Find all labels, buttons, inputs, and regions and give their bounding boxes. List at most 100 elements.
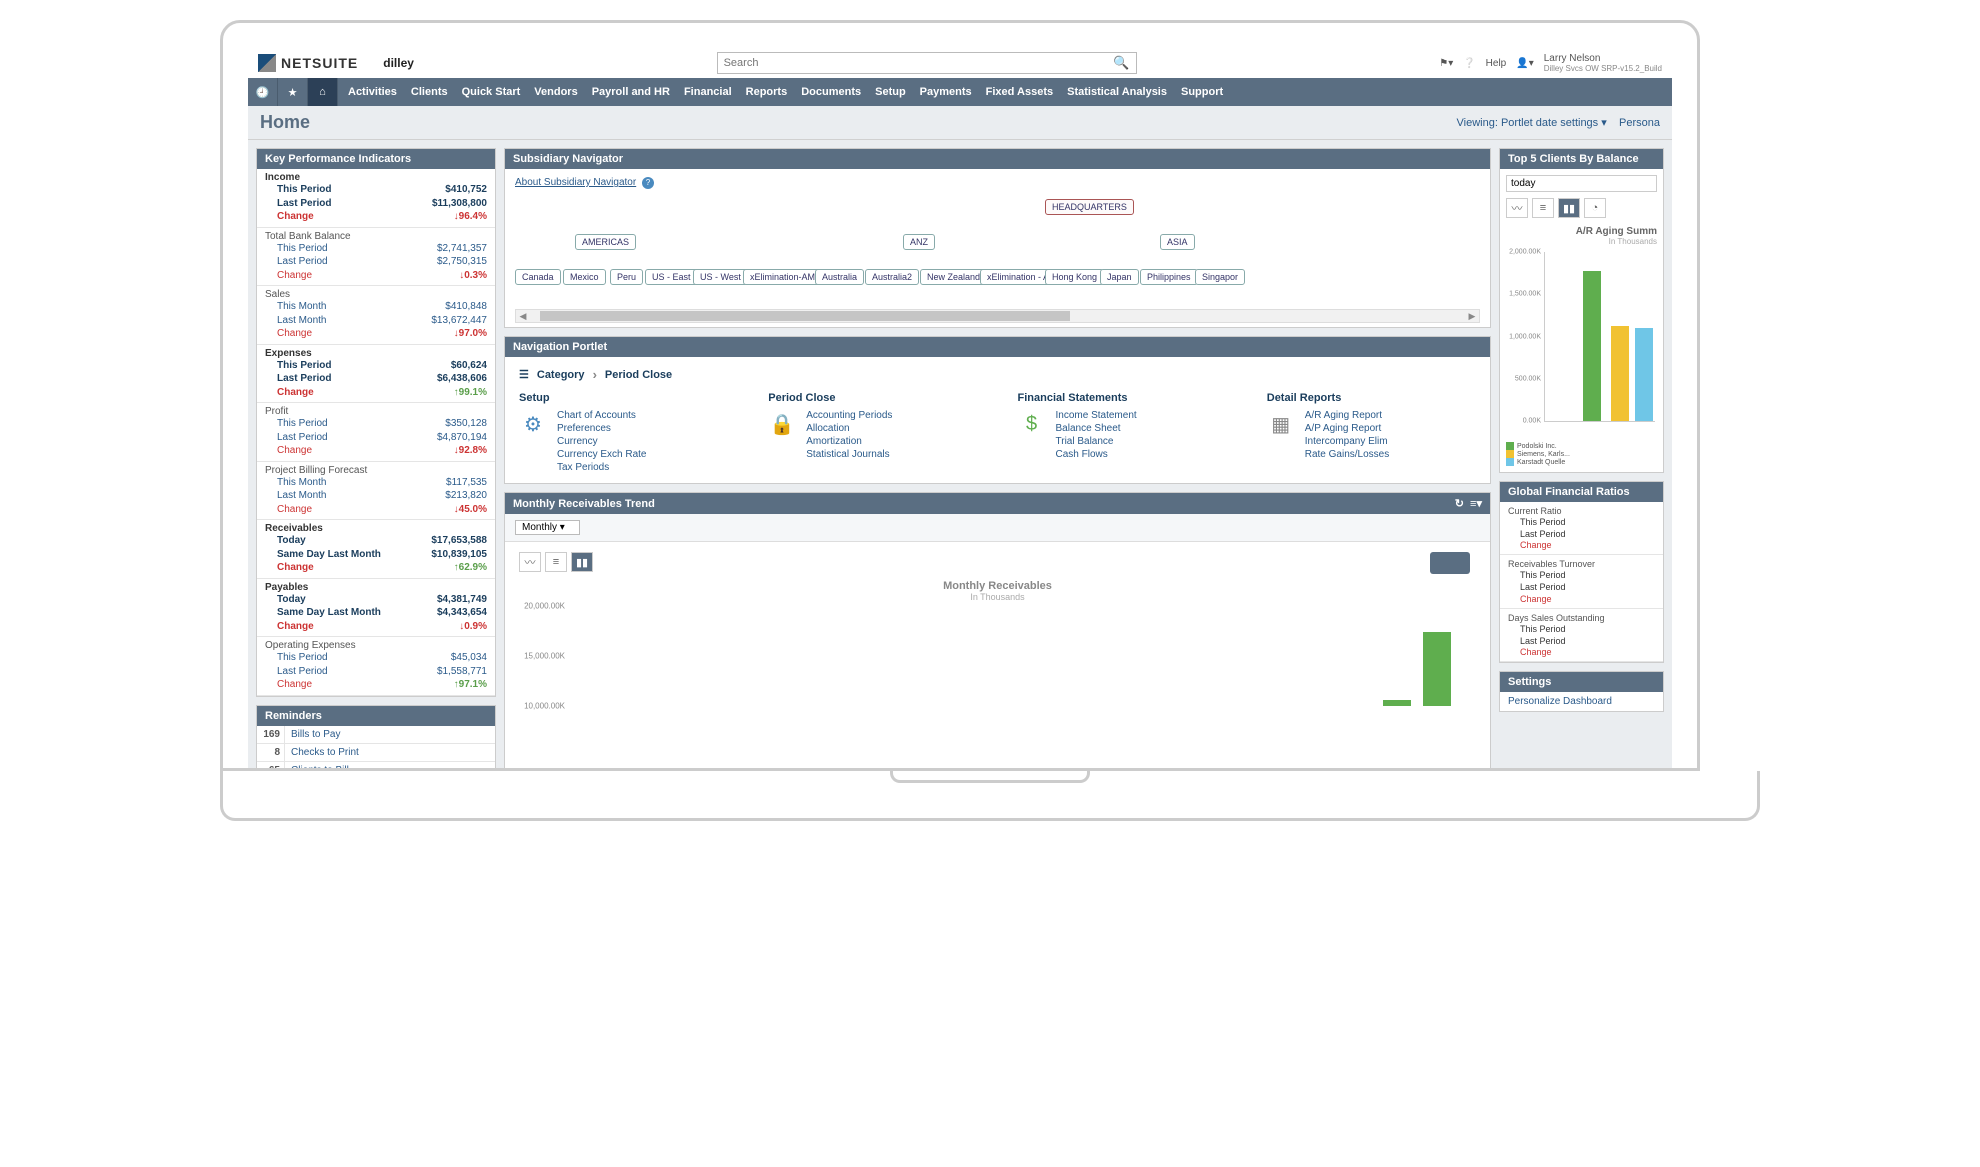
- kpi-row: Change↓96.4%: [265, 210, 487, 224]
- mrt-bar[interactable]: [1423, 632, 1451, 706]
- scroll-thumb[interactable]: [540, 311, 1070, 321]
- nav-item[interactable]: Payments: [920, 86, 972, 98]
- breadcrumb-period-close[interactable]: Period Close: [605, 369, 672, 381]
- org-node[interactable]: Australia2: [865, 269, 919, 285]
- help-icon[interactable]: ?: [642, 177, 654, 189]
- reminder-row[interactable]: 65Clients to Bill: [257, 762, 495, 769]
- chart-type-bar[interactable]: ▮▮: [571, 552, 593, 572]
- scroll-right-icon[interactable]: ▶: [1465, 311, 1479, 322]
- search-input[interactable]: [724, 57, 1114, 69]
- menu-icon[interactable]: ≡▾: [1470, 498, 1482, 510]
- top5-bar[interactable]: [1611, 326, 1629, 421]
- viewing-selector[interactable]: Viewing: Portlet date settings: [1457, 117, 1599, 129]
- org-node[interactable]: Japan: [1100, 269, 1139, 285]
- nav-link[interactable]: Amortization: [806, 436, 892, 447]
- horizontal-scrollbar[interactable]: ◀ ▶: [515, 309, 1480, 323]
- org-node[interactable]: Singapor: [1195, 269, 1245, 285]
- nav-item[interactable]: Clients: [411, 86, 448, 98]
- chart-type-line[interactable]: ≡: [545, 552, 567, 572]
- chart-type-area[interactable]: 〰: [1506, 198, 1528, 218]
- nav-item[interactable]: Vendors: [534, 86, 577, 98]
- reminder-row[interactable]: 8Checks to Print: [257, 744, 495, 762]
- nav-link[interactable]: Preferences: [557, 423, 646, 434]
- top5-bar[interactable]: [1583, 271, 1601, 421]
- notifications-icon[interactable]: ⚑▾: [1439, 58, 1453, 69]
- org-node[interactable]: Peru: [610, 269, 643, 285]
- org-node[interactable]: AMERICAS: [575, 234, 636, 250]
- nav-item[interactable]: Financial: [684, 86, 732, 98]
- chevron-down-icon[interactable]: ▾: [1601, 117, 1607, 129]
- nav-col-title: Period Close: [768, 392, 977, 404]
- nav-link[interactable]: Accounting Periods: [806, 410, 892, 421]
- navigation-portlet: Navigation Portlet ☰ Category › Period C…: [504, 336, 1491, 484]
- reminder-row[interactable]: 169Bills to Pay: [257, 726, 495, 744]
- nav-link[interactable]: Cash Flows: [1056, 449, 1137, 460]
- nav-item[interactable]: Setup: [875, 86, 906, 98]
- nav-link[interactable]: Income Statement: [1056, 410, 1137, 421]
- personalize-link[interactable]: Persona: [1619, 117, 1660, 129]
- nav-item[interactable]: Reports: [746, 86, 788, 98]
- global-search[interactable]: 🔍: [717, 52, 1137, 74]
- nav-link[interactable]: Statistical Journals: [806, 449, 892, 460]
- nav-item[interactable]: Payroll and HR: [592, 86, 670, 98]
- nav-item[interactable]: Documents: [801, 86, 861, 98]
- org-node[interactable]: US - West: [693, 269, 748, 285]
- search-icon[interactable]: 🔍: [1113, 55, 1129, 71]
- org-node[interactable]: Hong Kong: [1045, 269, 1104, 285]
- kpi-title: Profit: [265, 406, 487, 417]
- org-node[interactable]: HEADQUARTERS: [1045, 199, 1134, 215]
- breadcrumb-category[interactable]: Category: [537, 369, 585, 381]
- org-node[interactable]: New Zealand: [920, 269, 987, 285]
- nav-link[interactable]: Intercompany Elim: [1305, 436, 1390, 447]
- scroll-left-icon[interactable]: ◀: [516, 311, 530, 322]
- org-node[interactable]: ASIA: [1160, 234, 1195, 250]
- kpi-row: This Period$60,624: [265, 359, 487, 373]
- org-node[interactable]: US - East: [645, 269, 698, 285]
- org-node[interactable]: Australia: [815, 269, 864, 285]
- top5-date-input[interactable]: [1506, 175, 1657, 192]
- kpi-row: Change↓97.0%: [265, 327, 487, 341]
- period-selector[interactable]: Monthly ▾: [515, 520, 580, 535]
- chart-type-area[interactable]: 〰: [519, 552, 541, 572]
- nav-link[interactable]: A/P Aging Report: [1305, 423, 1390, 434]
- ratio-row: This Period: [1508, 516, 1655, 528]
- hamburger-icon[interactable]: ☰: [519, 368, 529, 381]
- nav-item[interactable]: Support: [1181, 86, 1223, 98]
- nav-link[interactable]: Trial Balance: [1056, 436, 1137, 447]
- nav-link[interactable]: Allocation: [806, 423, 892, 434]
- subnav-header: Subsidiary Navigator: [505, 149, 1490, 169]
- top5-bar[interactable]: [1635, 328, 1653, 421]
- nav-home-icon[interactable]: ⌂: [308, 78, 338, 106]
- personalize-dashboard-link[interactable]: Personalize Dashboard: [1508, 696, 1612, 707]
- refresh-icon[interactable]: ↻: [1455, 498, 1464, 510]
- nav-item[interactable]: Activities: [348, 86, 397, 98]
- kpi-group: ProfitThis Period$350,128Last Period$4,8…: [257, 403, 495, 462]
- user-avatar-icon[interactable]: 👤▾: [1516, 58, 1533, 69]
- chart-type-bar[interactable]: ▮▮: [1558, 198, 1580, 218]
- org-node[interactable]: ANZ: [903, 234, 935, 250]
- nav-link[interactable]: Currency Exch Rate: [557, 449, 646, 460]
- help-link[interactable]: Help: [1486, 58, 1507, 69]
- nav-item[interactable]: Statistical Analysis: [1067, 86, 1167, 98]
- nav-link[interactable]: Balance Sheet: [1056, 423, 1137, 434]
- nav-link[interactable]: A/R Aging Report: [1305, 410, 1390, 421]
- nav-recent-icon[interactable]: 🕘: [248, 78, 278, 106]
- nav-link[interactable]: Tax Periods: [557, 462, 646, 473]
- chart-type-pie[interactable]: ◔: [1584, 198, 1606, 218]
- nav-link[interactable]: Chart of Accounts: [557, 410, 646, 421]
- nav-item[interactable]: Fixed Assets: [986, 86, 1053, 98]
- nav-favorites-icon[interactable]: ★: [278, 78, 308, 106]
- org-node[interactable]: Mexico: [563, 269, 606, 285]
- nav-col: Financial Statements$Income StatementBal…: [1018, 392, 1227, 473]
- org-node[interactable]: Philippines: [1140, 269, 1198, 285]
- org-node[interactable]: Canada: [515, 269, 561, 285]
- user-role: Dilley Svcs OW SRP-v15.2_Build: [1544, 64, 1662, 73]
- user-menu[interactable]: Larry Nelson Dilley Svcs OW SRP-v15.2_Bu…: [1544, 53, 1662, 73]
- nav-item[interactable]: Quick Start: [462, 86, 521, 98]
- mrt-bar[interactable]: [1383, 700, 1411, 706]
- about-subnav-link[interactable]: About Subsidiary Navigator: [515, 177, 636, 188]
- chart-type-line[interactable]: ≡: [1532, 198, 1554, 218]
- nav-link[interactable]: Rate Gains/Losses: [1305, 449, 1390, 460]
- nav-link[interactable]: Currency: [557, 436, 646, 447]
- help-icon[interactable]: ❔: [1463, 58, 1475, 69]
